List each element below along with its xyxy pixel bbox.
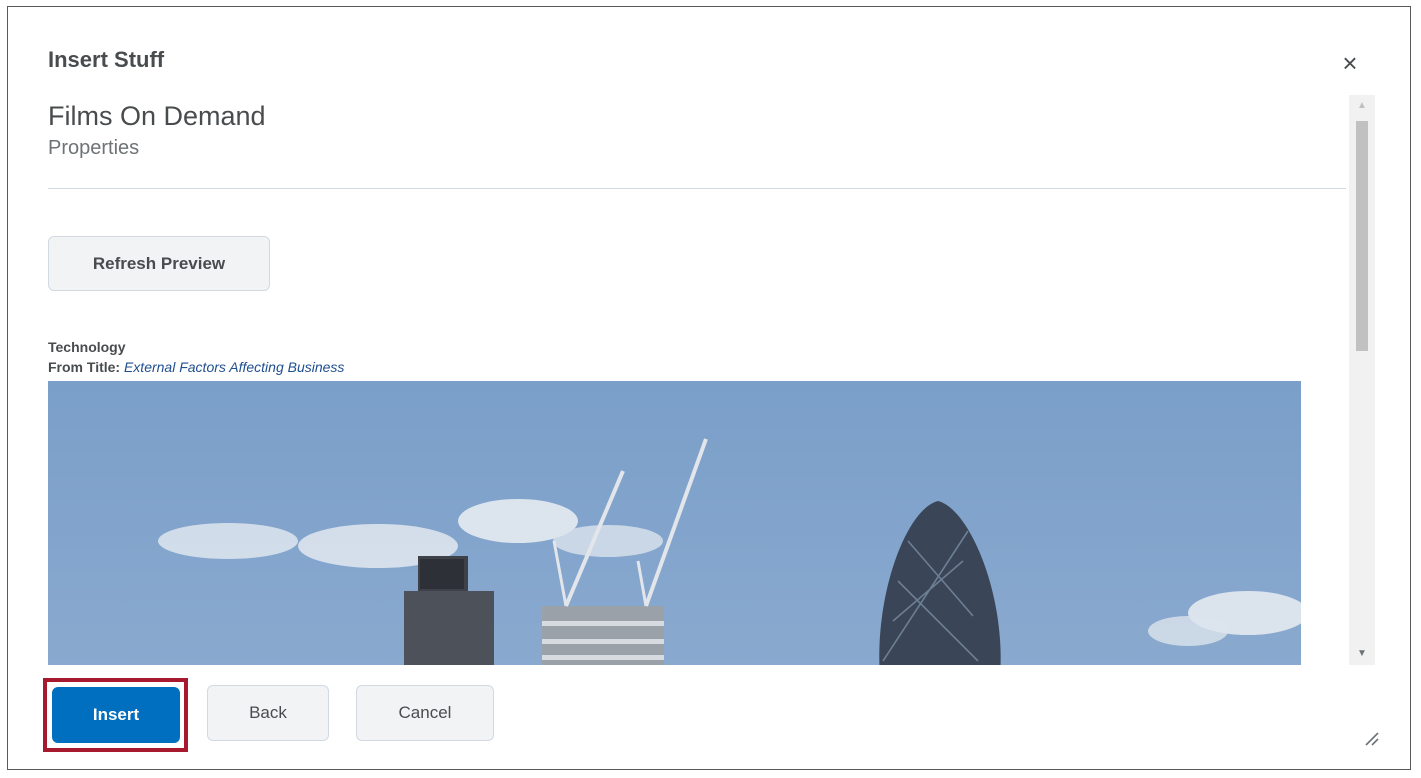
page-subtitle: Properties: [48, 137, 140, 159]
back-button[interactable]: Back: [207, 685, 329, 741]
chevron-down-icon[interactable]: ▼: [1349, 643, 1375, 665]
clip-title: Technology: [48, 339, 126, 355]
from-title-link[interactable]: External Factors Affecting Business: [124, 359, 344, 375]
page-title: Films On Demand: [48, 101, 266, 131]
video-thumbnail-image: [48, 381, 1301, 665]
cancel-button[interactable]: Cancel: [356, 685, 494, 741]
insert-button[interactable]: Insert: [52, 687, 180, 743]
clip-source: From Title: External Factors Affecting B…: [48, 359, 344, 375]
refresh-preview-button[interactable]: Refresh Preview: [48, 236, 270, 291]
chevron-up-icon[interactable]: ▲: [1349, 95, 1375, 117]
insert-stuff-dialog: Insert Stuff × Films On Demand Propertie…: [7, 6, 1411, 770]
video-preview[interactable]: [48, 381, 1301, 665]
dialog-title: Insert Stuff: [48, 47, 165, 72]
dialog-body: Films On Demand Properties Refresh Previ…: [48, 95, 1368, 665]
from-title-label: From Title:: [48, 359, 121, 375]
scrollbar-thumb[interactable]: [1356, 121, 1368, 351]
resize-handle-icon[interactable]: [1362, 729, 1380, 747]
dialog-scrollbar[interactable]: ▲ ▼: [1349, 95, 1375, 665]
close-icon[interactable]: ×: [1338, 50, 1362, 76]
divider: [48, 188, 1346, 189]
